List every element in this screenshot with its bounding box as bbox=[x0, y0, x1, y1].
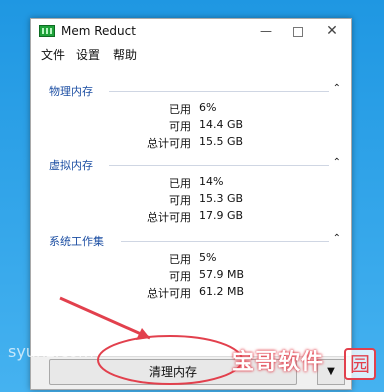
table-row: 总计可用 15.5 GB bbox=[31, 135, 351, 151]
table-row: 已用 14% bbox=[31, 175, 351, 191]
menu-file[interactable]: 文件 bbox=[41, 46, 65, 63]
row-label: 已用 bbox=[169, 177, 191, 190]
row-label: 总计可用 bbox=[147, 137, 191, 150]
group-title: 系统工作集 bbox=[49, 235, 104, 248]
mem-reduct-window: Mem Reduct — ✕ 文件 设置 帮助 物理内存 ⌃ 已用 6% 可用 … bbox=[30, 18, 352, 390]
table-row: 可用 14.4 GB bbox=[31, 118, 351, 134]
group-title: 虚拟内存 bbox=[49, 159, 93, 172]
row-value: 6% bbox=[199, 101, 217, 114]
group-title: 物理内存 bbox=[49, 85, 93, 98]
menu-bar: 文件 设置 帮助 bbox=[31, 45, 351, 63]
group-divider bbox=[121, 241, 329, 242]
group-divider bbox=[109, 91, 329, 92]
maximize-icon bbox=[293, 27, 303, 37]
watermark-logo-box: 园 bbox=[344, 348, 376, 380]
table-row: 总计可用 17.9 GB bbox=[31, 209, 351, 225]
collapse-caret-icon[interactable]: ⌃ bbox=[333, 157, 341, 168]
table-row: 已用 5% bbox=[31, 251, 351, 267]
row-label: 已用 bbox=[169, 253, 191, 266]
title-bar: Mem Reduct — ✕ bbox=[31, 19, 351, 45]
table-row: 总计可用 61.2 MB bbox=[31, 285, 351, 301]
close-button[interactable]: ✕ bbox=[319, 22, 345, 40]
table-row: 可用 15.3 GB bbox=[31, 192, 351, 208]
row-label: 可用 bbox=[169, 120, 191, 133]
group-divider bbox=[109, 165, 329, 166]
menu-settings[interactable]: 设置 bbox=[76, 46, 100, 63]
watermark-site-text: syunz.com bbox=[8, 342, 94, 361]
row-value: 17.9 GB bbox=[199, 209, 244, 222]
watermark-logo: 宝哥软件 园 bbox=[232, 344, 378, 384]
collapse-caret-icon[interactable]: ⌃ bbox=[333, 233, 341, 244]
row-value: 15.3 GB bbox=[199, 192, 244, 205]
row-label: 总计可用 bbox=[147, 211, 191, 224]
maximize-button[interactable] bbox=[285, 22, 311, 40]
watermark-logo-text: 宝哥软件 bbox=[232, 350, 325, 375]
table-row: 可用 57.9 MB bbox=[31, 268, 351, 284]
row-label: 可用 bbox=[169, 270, 191, 283]
minimize-button[interactable]: — bbox=[253, 22, 279, 40]
menu-help[interactable]: 帮助 bbox=[113, 46, 137, 63]
table-row: 已用 6% bbox=[31, 101, 351, 117]
row-value: 14.4 GB bbox=[199, 118, 244, 131]
collapse-caret-icon[interactable]: ⌃ bbox=[333, 83, 341, 94]
row-value: 57.9 MB bbox=[199, 268, 245, 281]
row-value: 5% bbox=[199, 251, 217, 264]
row-label: 总计可用 bbox=[147, 287, 191, 300]
row-value: 61.2 MB bbox=[199, 285, 245, 298]
row-value: 15.5 GB bbox=[199, 135, 244, 148]
memory-panel: 物理内存 ⌃ 已用 6% 可用 14.4 GB 总计可用 15.5 GB 虚拟内… bbox=[31, 67, 351, 389]
window-title: Mem Reduct bbox=[61, 24, 136, 38]
app-icon bbox=[39, 25, 55, 37]
row-value: 14% bbox=[199, 175, 224, 188]
row-label: 已用 bbox=[169, 103, 191, 116]
row-label: 可用 bbox=[169, 194, 191, 207]
